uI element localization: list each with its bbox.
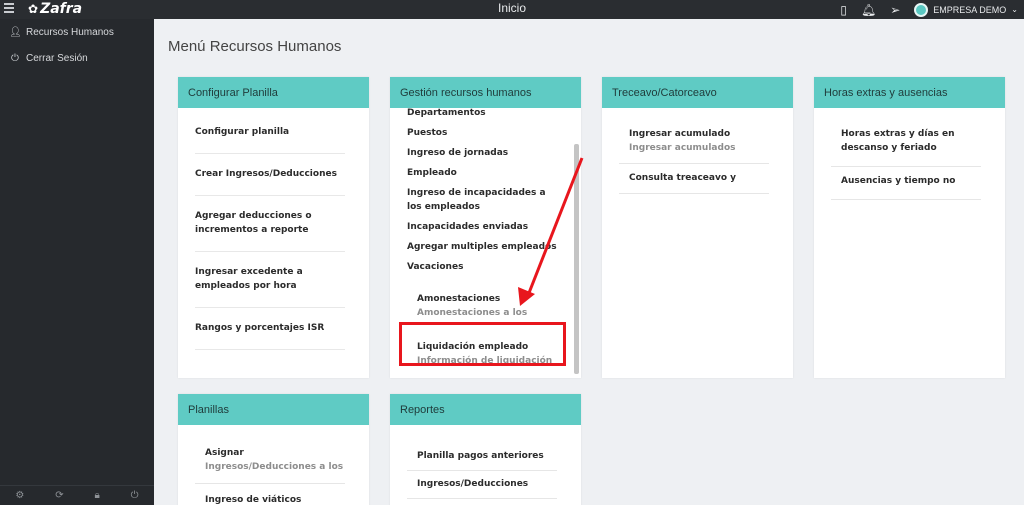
page-title: Menú Recursos Humanos — [168, 38, 342, 55]
menu-link-ingresos-deducciones[interactable]: Ingresos/Deducciones — [407, 471, 557, 499]
user-menu[interactable]: EMPRESA DEMO ⌄ — [914, 2, 1018, 17]
card-reportes: Reportes Planilla pagos anteriores Ingre… — [390, 394, 581, 505]
card-header: Gestión recursos humanos — [390, 77, 581, 108]
menu-link-planilla-pagos-anteriores[interactable]: Planilla pagos anteriores — [407, 443, 557, 471]
menu-link-vacaciones[interactable]: Vacaciones — [407, 257, 557, 277]
menu-link-ausencias[interactable]: Ausencias y tiempo no — [831, 167, 981, 200]
menu-link-puestos[interactable]: Puestos — [407, 123, 557, 143]
lock-icon[interactable]: 🔒︎ — [94, 490, 99, 501]
card-planillas: Planillas Asignar Ingresos/Deducciones a… — [178, 394, 369, 505]
menu-link-agregar-multiples[interactable]: Agregar multiples empleados — [407, 237, 557, 257]
top-bar: ✿ Zafra Inicio ▯ 🔔︎ ➢ EMPRESA DEMO ⌄ — [0, 0, 1024, 19]
main-content: Menú Recursos Humanos Configurar Planill… — [154, 19, 1024, 505]
card-horas-extras-ausencias: Horas extras y ausencias Horas extras y … — [814, 77, 1005, 378]
sidebar-footer: ⚙ ⟳ 🔒︎ ⏻ — [0, 485, 154, 505]
menu-link-rangos-isr[interactable]: Rangos y porcentajes ISR — [195, 308, 345, 350]
sidebar-item-recursos-humanos[interactable]: 👤︎ Recursos Humanos — [0, 19, 154, 45]
power-icon[interactable]: ⏻ — [131, 490, 139, 501]
power-icon: ⏻ — [11, 52, 19, 64]
menu-link-horas-extras[interactable]: Horas extras y días en descanso y feriad… — [831, 120, 981, 167]
company-name: EMPRESA DEMO — [933, 4, 1007, 15]
send-icon[interactable]: ➢ — [890, 3, 900, 17]
avatar — [914, 2, 929, 17]
refresh-icon[interactable]: ⟳ — [55, 490, 63, 501]
scrollbar[interactable] — [574, 144, 579, 374]
card-configurar-planilla: Configurar Planilla Configurar planilla … — [178, 77, 369, 378]
menu-link-ingreso-viaticos[interactable]: Ingreso de viáticos — [195, 484, 345, 505]
card-treceavo-catorceavo: Treceavo/Catorceavo Ingresar acumulado I… — [602, 77, 793, 378]
sidebar: 👤︎ Recursos Humanos ⏻ Cerrar Sesión ⚙ ⟳ … — [0, 19, 154, 505]
annotation-highlight-box — [399, 322, 566, 366]
menu-link-crear-ingresos[interactable]: Crear Ingresos/Deducciones — [195, 154, 345, 196]
bell-icon[interactable]: 🔔︎ — [861, 3, 876, 17]
menu-link-ingreso-incapacidades[interactable]: Ingreso de incapacidades a los empleados — [407, 183, 557, 217]
menu-link-consulta-treceavo[interactable]: Consulta treaceavo y — [619, 164, 769, 194]
phone-icon[interactable]: ▯ — [840, 3, 847, 17]
menu-link-departamentos[interactable]: Departamentos — [407, 108, 557, 123]
menu-link-asignar[interactable]: Asignar Ingresos/Deducciones a los — [195, 437, 345, 484]
menu-link-ingreso-jornadas[interactable]: Ingreso de jornadas — [407, 143, 557, 163]
card-header: Configurar Planilla — [178, 77, 369, 108]
card-header: Planillas — [178, 394, 369, 425]
chevron-down-icon: ⌄ — [1011, 5, 1018, 14]
menu-link-incapacidades-enviadas[interactable]: Incapacidades enviadas — [407, 217, 557, 237]
card-header: Treceavo/Catorceavo — [602, 77, 793, 108]
menu-link-ingresar-excedente[interactable]: Ingresar excedente a empleados por hora — [195, 252, 345, 308]
card-header: Reportes — [390, 394, 581, 425]
menu-link-empleado[interactable]: Empleado — [407, 163, 557, 183]
menu-link-ingresar-acumulado[interactable]: Ingresar acumulado Ingresar acumulados — [619, 120, 769, 164]
card-header: Horas extras y ausencias — [814, 77, 1005, 108]
menu-link-agregar-deducciones[interactable]: Agregar deducciones o incrementos a repo… — [195, 196, 345, 252]
menu-link-amonestaciones[interactable]: Amonestaciones Amonestaciones a los — [407, 289, 557, 323]
gear-icon[interactable]: ⚙ — [15, 490, 24, 501]
menu-link-configurar-planilla[interactable]: Configurar planilla — [195, 112, 345, 154]
user-icon: 👤︎ — [9, 26, 22, 38]
sidebar-item-cerrar-sesion[interactable]: ⏻ Cerrar Sesión — [0, 45, 154, 71]
